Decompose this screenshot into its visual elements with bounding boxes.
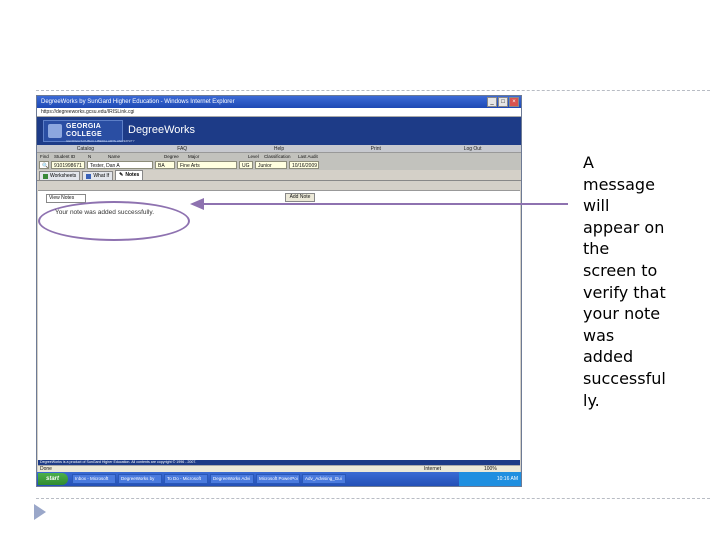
- menu-catalog[interactable]: Catalog: [37, 145, 134, 152]
- classification-field: Junior: [255, 161, 287, 169]
- last-audit-label: Last Audit: [298, 154, 318, 159]
- student-field-labels: Find Student ID N Name Degree Major Leve…: [37, 153, 521, 160]
- start-button[interactable]: start: [38, 473, 68, 485]
- caption-line: appear on: [583, 217, 665, 237]
- arrow-head-icon: [190, 198, 204, 210]
- taskbar-items: Inbox - Microsoft DegreeWorks by To Do -…: [72, 474, 346, 484]
- caption-line: your note: [583, 304, 661, 324]
- app-title: DegreeWorks: [128, 124, 196, 136]
- last-audit-field: 10/16/2009: [289, 161, 319, 169]
- tab-worksheets[interactable]: Worksheets: [39, 171, 81, 180]
- caption-line: verify that: [583, 282, 666, 302]
- major-field: Fine Arts: [177, 161, 237, 169]
- menu-logout[interactable]: Log Out: [424, 145, 521, 152]
- menu-print[interactable]: Print: [327, 145, 424, 152]
- menu-faq[interactable]: FAQ: [134, 145, 231, 152]
- logo-line2: COLLEGE: [66, 131, 102, 138]
- slide-bullet-icon: [34, 504, 46, 520]
- address-bar[interactable]: https://degreeworks.gcsu.edu/IRISLink.cg…: [37, 108, 521, 117]
- window-title: DegreeWorks by SunGard Higher Education …: [41, 99, 235, 105]
- level-label: Level: [248, 154, 259, 159]
- caption-line: successful: [583, 368, 666, 388]
- name-label: Name: [108, 154, 121, 159]
- logo-line1: GEORGIA: [66, 123, 102, 130]
- highlight-ellipse: [38, 201, 190, 241]
- taskbar-item[interactable]: Adv_Advising_Gui: [302, 474, 346, 484]
- caption-line: the: [583, 239, 610, 259]
- student-id-field[interactable]: 9101998671: [51, 161, 85, 169]
- n-label: N: [88, 154, 92, 159]
- menu-help[interactable]: Help: [231, 145, 328, 152]
- student-id-label: Student ID: [54, 154, 76, 159]
- close-button[interactable]: ×: [509, 97, 519, 107]
- tab-label: Worksheets: [50, 172, 77, 179]
- clock: 10:16 AM: [496, 476, 518, 482]
- menu-bar: Catalog FAQ Help Print Log Out: [37, 145, 521, 153]
- caption-line: message: [583, 174, 655, 194]
- taskbar-item[interactable]: Microsoft PowerPoi: [256, 474, 300, 484]
- callout-arrow: [190, 198, 568, 210]
- find-button[interactable]: 🔍: [39, 161, 49, 169]
- tab-label: Notes: [125, 172, 140, 178]
- find-label: Find: [40, 154, 49, 159]
- notes-content: View Notes Add Note Your note was added …: [38, 190, 520, 460]
- app-header: GEORGIA COLLEGE GEORGIA'S PUBLIC LIBERAL…: [37, 117, 521, 145]
- degree-label: Degree: [164, 154, 179, 159]
- taskbar-item[interactable]: To Do - Microsoft: [164, 474, 208, 484]
- success-message: Your note was added successfully.: [55, 209, 155, 216]
- view-notes-select[interactable]: View Notes: [46, 194, 86, 203]
- browser-window: DegreeWorks by SunGard Higher Education …: [36, 95, 522, 487]
- window-titlebar: DegreeWorks by SunGard Higher Education …: [37, 96, 521, 108]
- status-bar: Done Internet 100%: [38, 465, 520, 472]
- caption-line: added: [583, 347, 634, 367]
- college-logo: GEORGIA COLLEGE GEORGIA'S PUBLIC LIBERAL…: [43, 120, 135, 143]
- taskbar: start Inbox - Microsoft DegreeWorks by T…: [37, 472, 521, 486]
- taskbar-item[interactable]: DegreeWorks Advi: [210, 474, 254, 484]
- minimize-button[interactable]: _: [487, 97, 497, 107]
- system-tray: 10:16 AM: [459, 472, 521, 486]
- taskbar-item[interactable]: Inbox - Microsoft: [72, 474, 116, 484]
- tab-what-if[interactable]: What If: [82, 171, 114, 180]
- student-fields: 🔍 9101998671 Tester, Dan A BA Fine Arts …: [37, 160, 521, 170]
- degree-select[interactable]: BA: [155, 161, 175, 169]
- top-divider: [36, 90, 710, 91]
- taskbar-item[interactable]: DegreeWorks by: [118, 474, 162, 484]
- window-controls: _ □ ×: [487, 97, 519, 107]
- tab-label: What If: [93, 172, 110, 179]
- caption-line: A: [583, 153, 594, 172]
- caption-line: was: [583, 325, 615, 345]
- what-if-icon: [86, 173, 92, 179]
- maximize-button[interactable]: □: [498, 97, 508, 107]
- caption-line: screen to: [583, 260, 658, 280]
- tab-notes[interactable]: ✎ Notes: [115, 170, 144, 180]
- caption-line: will: [583, 196, 610, 216]
- caption: A message will appear on the screen to v…: [583, 152, 679, 411]
- student-name-select[interactable]: Tester, Dan A: [87, 161, 153, 169]
- major-label: Major: [188, 154, 200, 159]
- worksheet-icon: [43, 173, 48, 179]
- caption-line: ly.: [583, 390, 600, 410]
- logo-mark-icon: [48, 124, 62, 138]
- classification-label: Classification: [264, 154, 291, 159]
- pencil-icon: ✎: [119, 172, 124, 178]
- logo-subtitle: GEORGIA'S PUBLIC LIBERAL ARTS UNIVERSITY: [66, 139, 135, 143]
- level-field: UG: [239, 161, 253, 169]
- bottom-divider: [36, 498, 710, 499]
- tab-bar: Worksheets What If ✎ Notes: [37, 170, 521, 181]
